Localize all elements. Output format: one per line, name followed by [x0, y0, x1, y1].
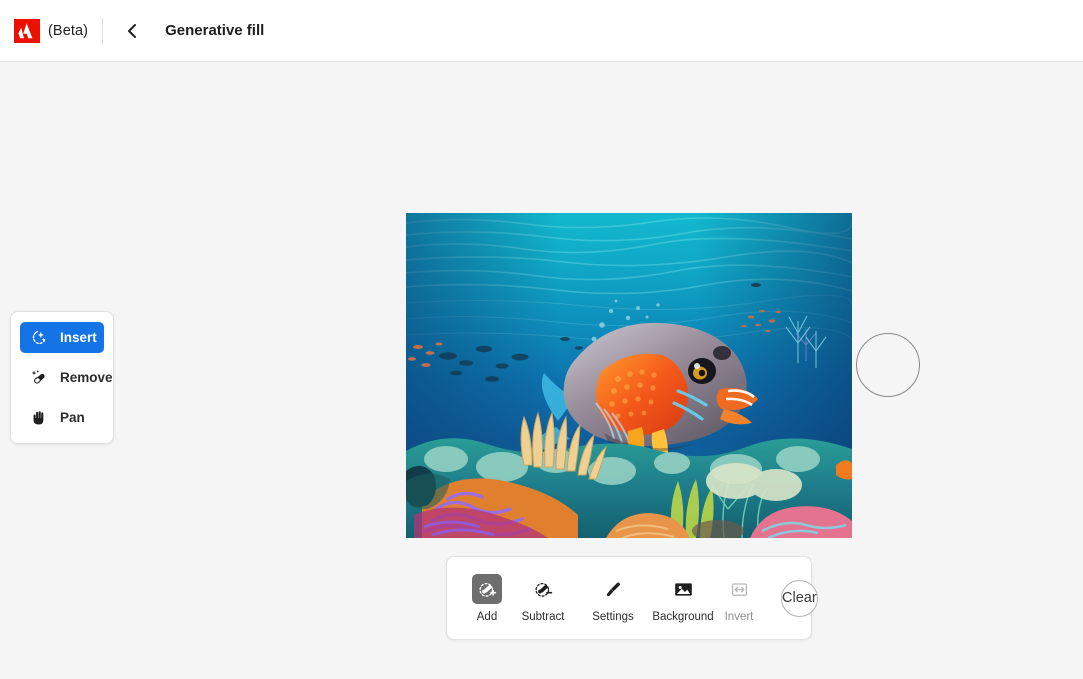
- tool-item-pan[interactable]: Pan: [20, 402, 104, 433]
- toolbar-item-label: Settings: [592, 611, 634, 623]
- app-header: (Beta) Generative fill: [0, 0, 1083, 62]
- brush-add-icon: [472, 574, 502, 604]
- toolbar-item-settings[interactable]: Settings: [585, 574, 641, 623]
- tool-panel: Insert Remove Pan: [10, 311, 114, 444]
- brush-tools-group: Add Subtract: [459, 557, 571, 639]
- tool-item-label: Insert: [60, 330, 97, 345]
- header-divider: [102, 17, 104, 44]
- paintbrush-icon: [598, 574, 628, 604]
- brush-size-cursor: [856, 333, 920, 397]
- tool-item-label: Remove: [60, 370, 113, 385]
- toolbar-item-label: Invert: [724, 611, 754, 623]
- invert-arrows-icon: [724, 574, 754, 604]
- image-canvas[interactable]: [406, 213, 920, 538]
- canvas-stage: Insert Remove Pan Add Subtract Settings …: [0, 62, 1083, 679]
- selection-toolbar: Add Subtract Settings Background Invert …: [446, 556, 818, 640]
- tool-item-remove[interactable]: Remove: [20, 362, 113, 393]
- generated-image: [406, 213, 852, 538]
- toolbar-item-label: Background: [652, 611, 714, 623]
- toolbar-item-label: Add: [476, 611, 498, 623]
- brush-subtract-icon: [528, 574, 558, 604]
- beta-label: (Beta): [48, 22, 89, 39]
- healing-brush-icon: [29, 368, 49, 388]
- toolbar-item-label: Subtract: [521, 611, 565, 623]
- clear-button[interactable]: Clear: [781, 579, 818, 617]
- toolbar-item-add[interactable]: Add: [459, 574, 515, 623]
- chevron-left-icon[interactable]: [121, 20, 143, 42]
- settings-group: Settings: [585, 557, 641, 639]
- toolbar-item-subtract[interactable]: Subtract: [515, 574, 571, 623]
- tool-item-insert[interactable]: Insert: [20, 322, 104, 353]
- page-title: Generative fill: [165, 22, 265, 39]
- hand-icon: [29, 408, 49, 428]
- toolbar-item-invert[interactable]: Invert: [711, 574, 767, 623]
- adobe-logo-icon: [14, 18, 40, 43]
- sparkle-circle-icon: [29, 328, 49, 348]
- image-tools-group: Background Invert: [652, 557, 767, 639]
- toolbar-item-background[interactable]: Background: [652, 574, 714, 623]
- tool-item-label: Pan: [60, 410, 85, 425]
- image-icon: [668, 574, 698, 604]
